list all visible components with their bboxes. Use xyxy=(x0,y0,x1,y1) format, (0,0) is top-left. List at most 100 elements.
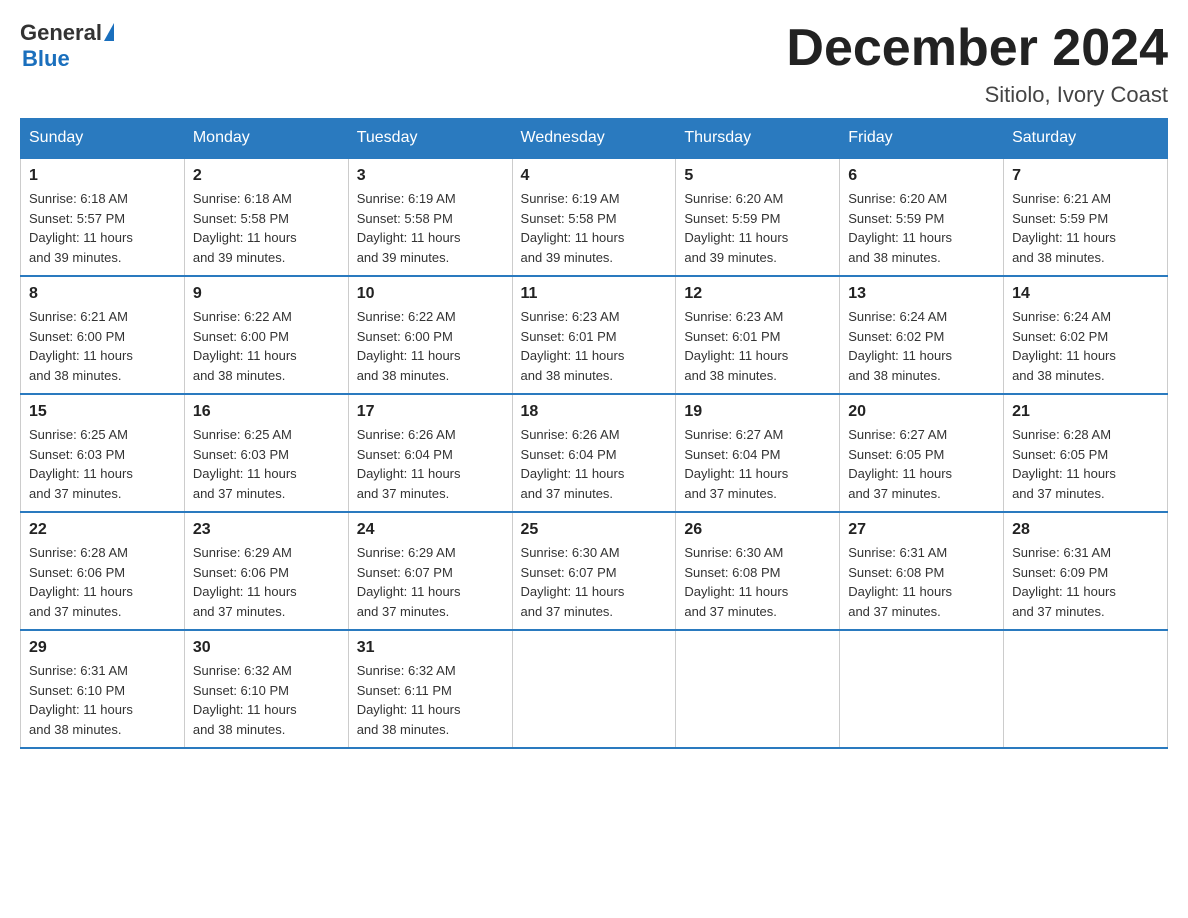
day-info: Sunrise: 6:20 AMSunset: 5:59 PMDaylight:… xyxy=(684,191,788,265)
day-number: 29 xyxy=(29,639,176,657)
header-monday: Monday xyxy=(184,119,348,159)
header-sunday: Sunday xyxy=(21,119,185,159)
logo-blue-text: Blue xyxy=(22,46,70,71)
day-info: Sunrise: 6:19 AMSunset: 5:58 PMDaylight:… xyxy=(357,191,461,265)
day-cell-12: 12 Sunrise: 6:23 AMSunset: 6:01 PMDaylig… xyxy=(676,276,840,394)
calendar-header-row: SundayMondayTuesdayWednesdayThursdayFrid… xyxy=(21,119,1168,159)
calendar-week-5: 29 Sunrise: 6:31 AMSunset: 6:10 PMDaylig… xyxy=(21,630,1168,748)
day-cell-31: 31 Sunrise: 6:32 AMSunset: 6:11 PMDaylig… xyxy=(348,630,512,748)
day-info: Sunrise: 6:27 AMSunset: 6:05 PMDaylight:… xyxy=(848,427,952,501)
day-number: 7 xyxy=(1012,167,1159,185)
header-wednesday: Wednesday xyxy=(512,119,676,159)
day-cell-26: 26 Sunrise: 6:30 AMSunset: 6:08 PMDaylig… xyxy=(676,512,840,630)
day-cell-3: 3 Sunrise: 6:19 AMSunset: 5:58 PMDayligh… xyxy=(348,158,512,276)
day-cell-17: 17 Sunrise: 6:26 AMSunset: 6:04 PMDaylig… xyxy=(348,394,512,512)
title-section: December 2024 Sitiolo, Ivory Coast xyxy=(786,20,1168,108)
day-info: Sunrise: 6:25 AMSunset: 6:03 PMDaylight:… xyxy=(29,427,133,501)
day-number: 28 xyxy=(1012,521,1159,539)
calendar-week-4: 22 Sunrise: 6:28 AMSunset: 6:06 PMDaylig… xyxy=(21,512,1168,630)
day-cell-27: 27 Sunrise: 6:31 AMSunset: 6:08 PMDaylig… xyxy=(840,512,1004,630)
day-cell-2: 2 Sunrise: 6:18 AMSunset: 5:58 PMDayligh… xyxy=(184,158,348,276)
month-year-title: December 2024 xyxy=(786,20,1168,77)
day-info: Sunrise: 6:21 AMSunset: 5:59 PMDaylight:… xyxy=(1012,191,1116,265)
day-cell-8: 8 Sunrise: 6:21 AMSunset: 6:00 PMDayligh… xyxy=(21,276,185,394)
day-number: 10 xyxy=(357,285,504,303)
day-number: 30 xyxy=(193,639,340,657)
day-number: 8 xyxy=(29,285,176,303)
day-info: Sunrise: 6:27 AMSunset: 6:04 PMDaylight:… xyxy=(684,427,788,501)
logo: General Blue xyxy=(20,20,114,72)
header-thursday: Thursday xyxy=(676,119,840,159)
day-info: Sunrise: 6:23 AMSunset: 6:01 PMDaylight:… xyxy=(684,309,788,383)
day-cell-11: 11 Sunrise: 6:23 AMSunset: 6:01 PMDaylig… xyxy=(512,276,676,394)
logo-triangle-icon xyxy=(104,23,114,41)
day-number: 27 xyxy=(848,521,995,539)
day-cell-25: 25 Sunrise: 6:30 AMSunset: 6:07 PMDaylig… xyxy=(512,512,676,630)
day-number: 12 xyxy=(684,285,831,303)
day-cell-22: 22 Sunrise: 6:28 AMSunset: 6:06 PMDaylig… xyxy=(21,512,185,630)
day-info: Sunrise: 6:29 AMSunset: 6:06 PMDaylight:… xyxy=(193,545,297,619)
day-info: Sunrise: 6:25 AMSunset: 6:03 PMDaylight:… xyxy=(193,427,297,501)
day-info: Sunrise: 6:26 AMSunset: 6:04 PMDaylight:… xyxy=(357,427,461,501)
page-header: General Blue December 2024 Sitiolo, Ivor… xyxy=(20,20,1168,108)
day-cell-19: 19 Sunrise: 6:27 AMSunset: 6:04 PMDaylig… xyxy=(676,394,840,512)
empty-cell xyxy=(840,630,1004,748)
day-cell-29: 29 Sunrise: 6:31 AMSunset: 6:10 PMDaylig… xyxy=(21,630,185,748)
day-cell-16: 16 Sunrise: 6:25 AMSunset: 6:03 PMDaylig… xyxy=(184,394,348,512)
day-cell-30: 30 Sunrise: 6:32 AMSunset: 6:10 PMDaylig… xyxy=(184,630,348,748)
day-cell-6: 6 Sunrise: 6:20 AMSunset: 5:59 PMDayligh… xyxy=(840,158,1004,276)
day-info: Sunrise: 6:32 AMSunset: 6:10 PMDaylight:… xyxy=(193,663,297,737)
empty-cell xyxy=(512,630,676,748)
day-number: 26 xyxy=(684,521,831,539)
day-cell-15: 15 Sunrise: 6:25 AMSunset: 6:03 PMDaylig… xyxy=(21,394,185,512)
day-info: Sunrise: 6:24 AMSunset: 6:02 PMDaylight:… xyxy=(848,309,952,383)
day-number: 17 xyxy=(357,403,504,421)
day-number: 15 xyxy=(29,403,176,421)
header-saturday: Saturday xyxy=(1004,119,1168,159)
calendar-week-3: 15 Sunrise: 6:25 AMSunset: 6:03 PMDaylig… xyxy=(21,394,1168,512)
logo-general-text: General xyxy=(20,20,102,46)
day-number: 24 xyxy=(357,521,504,539)
day-number: 2 xyxy=(193,167,340,185)
day-cell-14: 14 Sunrise: 6:24 AMSunset: 6:02 PMDaylig… xyxy=(1004,276,1168,394)
day-cell-7: 7 Sunrise: 6:21 AMSunset: 5:59 PMDayligh… xyxy=(1004,158,1168,276)
day-number: 23 xyxy=(193,521,340,539)
day-number: 5 xyxy=(684,167,831,185)
day-cell-4: 4 Sunrise: 6:19 AMSunset: 5:58 PMDayligh… xyxy=(512,158,676,276)
day-info: Sunrise: 6:30 AMSunset: 6:07 PMDaylight:… xyxy=(521,545,625,619)
day-number: 19 xyxy=(684,403,831,421)
header-friday: Friday xyxy=(840,119,1004,159)
day-cell-5: 5 Sunrise: 6:20 AMSunset: 5:59 PMDayligh… xyxy=(676,158,840,276)
day-number: 4 xyxy=(521,167,668,185)
day-info: Sunrise: 6:19 AMSunset: 5:58 PMDaylight:… xyxy=(521,191,625,265)
day-info: Sunrise: 6:20 AMSunset: 5:59 PMDaylight:… xyxy=(848,191,952,265)
day-number: 18 xyxy=(521,403,668,421)
day-cell-23: 23 Sunrise: 6:29 AMSunset: 6:06 PMDaylig… xyxy=(184,512,348,630)
day-info: Sunrise: 6:22 AMSunset: 6:00 PMDaylight:… xyxy=(357,309,461,383)
day-number: 25 xyxy=(521,521,668,539)
day-cell-24: 24 Sunrise: 6:29 AMSunset: 6:07 PMDaylig… xyxy=(348,512,512,630)
day-number: 20 xyxy=(848,403,995,421)
day-number: 3 xyxy=(357,167,504,185)
day-number: 1 xyxy=(29,167,176,185)
day-number: 13 xyxy=(848,285,995,303)
day-info: Sunrise: 6:26 AMSunset: 6:04 PMDaylight:… xyxy=(521,427,625,501)
day-info: Sunrise: 6:28 AMSunset: 6:06 PMDaylight:… xyxy=(29,545,133,619)
day-info: Sunrise: 6:22 AMSunset: 6:00 PMDaylight:… xyxy=(193,309,297,383)
day-info: Sunrise: 6:31 AMSunset: 6:08 PMDaylight:… xyxy=(848,545,952,619)
day-info: Sunrise: 6:31 AMSunset: 6:10 PMDaylight:… xyxy=(29,663,133,737)
day-cell-1: 1 Sunrise: 6:18 AMSunset: 5:57 PMDayligh… xyxy=(21,158,185,276)
day-number: 21 xyxy=(1012,403,1159,421)
day-number: 14 xyxy=(1012,285,1159,303)
day-number: 16 xyxy=(193,403,340,421)
calendar-table: SundayMondayTuesdayWednesdayThursdayFrid… xyxy=(20,118,1168,749)
location-subtitle: Sitiolo, Ivory Coast xyxy=(786,82,1168,108)
empty-cell xyxy=(676,630,840,748)
day-info: Sunrise: 6:18 AMSunset: 5:58 PMDaylight:… xyxy=(193,191,297,265)
day-info: Sunrise: 6:28 AMSunset: 6:05 PMDaylight:… xyxy=(1012,427,1116,501)
day-number: 11 xyxy=(521,285,668,303)
day-cell-21: 21 Sunrise: 6:28 AMSunset: 6:05 PMDaylig… xyxy=(1004,394,1168,512)
day-info: Sunrise: 6:29 AMSunset: 6:07 PMDaylight:… xyxy=(357,545,461,619)
day-cell-18: 18 Sunrise: 6:26 AMSunset: 6:04 PMDaylig… xyxy=(512,394,676,512)
calendar-week-1: 1 Sunrise: 6:18 AMSunset: 5:57 PMDayligh… xyxy=(21,158,1168,276)
